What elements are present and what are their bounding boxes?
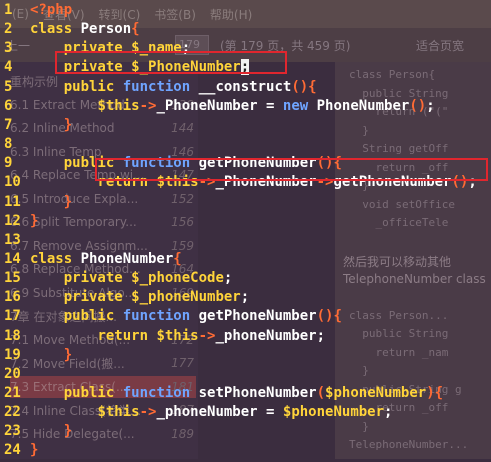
code-token: _PhoneNumber =: [156, 97, 283, 114]
code-line: 1 <?php: [0, 0, 72, 22]
code-token: private: [63, 270, 132, 287]
highlight-box-return-getphonenumber: [95, 158, 488, 181]
code-token: $_phoneCode: [131, 270, 224, 287]
code-token: $phoneNumber: [325, 385, 427, 401]
code-token: ->: [139, 404, 157, 421]
code-token: $this: [97, 404, 140, 421]
code-token: ->: [139, 97, 157, 114]
code-token: ;: [426, 97, 435, 114]
code-token: {: [131, 21, 140, 38]
code-token: ;: [384, 404, 393, 421]
code-token: }: [63, 193, 73, 210]
code-token: setPhoneNumber: [198, 385, 317, 401]
code-token: {: [173, 250, 182, 267]
code-token: _phoneNumber;: [215, 327, 326, 344]
code-token: __construct: [198, 78, 292, 95]
code-token: Person: [80, 21, 132, 38]
code-token: return: [97, 327, 157, 344]
line-number: 1: [4, 2, 13, 18]
code-token: new: [282, 97, 317, 114]
code-token: }: [30, 212, 39, 229]
code-token: $phoneNumber: [282, 404, 385, 421]
code-token: (){: [316, 308, 342, 325]
code-token: $this: [97, 97, 140, 114]
code-token: public: [63, 385, 123, 401]
code-token: }: [63, 423, 73, 440]
code-token: getPhoneNumber: [198, 308, 317, 325]
code-token: }: [63, 346, 73, 363]
code-editor[interactable]: 24} 23 } 22 $this->_phoneNumber = $phoneNu…: [0, 0, 491, 459]
code-token: ;: [223, 270, 233, 287]
highlight-box-private-phonenumber: [55, 51, 287, 74]
code-line: 21 public function setPhoneNumber($phone…: [0, 382, 443, 405]
code-token: PhoneNumber: [80, 250, 174, 267]
code-token: public: [63, 78, 123, 95]
code-token: class: [30, 250, 81, 267]
code-token: function: [122, 385, 199, 401]
code-token: $_phoneNumber: [131, 289, 241, 306]
code-token: (): [409, 97, 427, 114]
code-token: class: [30, 21, 81, 38]
code-token: function: [122, 78, 199, 95]
code-token: ->: [198, 327, 216, 344]
code-token: ){: [426, 385, 444, 401]
code-token: function: [122, 308, 199, 325]
code-token: private: [63, 289, 132, 306]
code-token: (: [316, 385, 326, 401]
code-token: public: [63, 308, 123, 325]
code-token: }: [30, 442, 39, 459]
code-token: <?php: [30, 2, 73, 18]
code-token: _phoneNumber =: [156, 404, 283, 421]
code-token: }: [63, 116, 73, 133]
code-token: $this: [156, 327, 199, 344]
code-token: (){: [291, 78, 317, 95]
code-token: ;: [240, 289, 250, 306]
code-token: PhoneNumber: [316, 97, 410, 114]
